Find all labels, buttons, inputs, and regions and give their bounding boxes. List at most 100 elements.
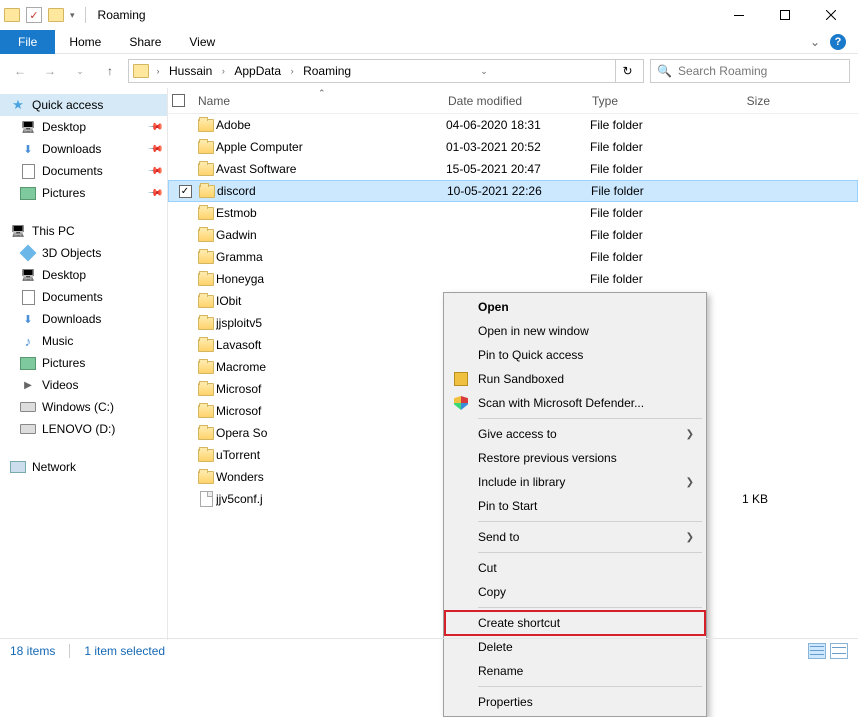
status-selected-count: 1 item selected [84, 644, 165, 658]
ctx-include-library[interactable]: Include in library❯ [446, 470, 704, 494]
ctx-run-sandboxed[interactable]: Run Sandboxed [446, 367, 704, 391]
chevron-right-icon[interactable]: › [285, 66, 299, 76]
file-type: File folder [590, 272, 700, 286]
file-name: Estmob [216, 206, 446, 220]
pictures-icon [20, 356, 36, 370]
file-type: File folder [590, 118, 700, 132]
pc-icon [10, 224, 26, 238]
sidebar-item-desktop[interactable]: Desktop [0, 264, 167, 286]
chevron-right-icon[interactable]: › [151, 66, 165, 76]
breadcrumb[interactable]: AppData [232, 64, 283, 78]
column-date[interactable]: Date modified [448, 94, 592, 108]
share-tab[interactable]: Share [115, 31, 175, 53]
ctx-rename[interactable]: Rename [446, 659, 704, 683]
disk-icon [20, 400, 36, 414]
separator [85, 7, 86, 23]
file-name: Gadwin [216, 228, 446, 242]
chevron-right-icon[interactable]: ⌄ [477, 66, 491, 77]
table-row[interactable]: Avast Software15-05-2021 20:47File folde… [168, 158, 858, 180]
sidebar-item-downloads[interactable]: Downloads📌 [0, 138, 167, 160]
folder-icon [48, 8, 64, 22]
address-box[interactable]: › Hussain › AppData › Roaming ⌄ ↻ [128, 59, 644, 83]
details-view-button[interactable] [808, 643, 826, 659]
search-placeholder: Search Roaming [678, 64, 767, 78]
file-type: File folder [590, 140, 700, 154]
sidebar-item-desktop[interactable]: Desktop📌 [0, 116, 167, 138]
table-row[interactable]: HoneygaFile folder [168, 268, 858, 290]
ctx-copy[interactable]: Copy [446, 580, 704, 604]
folder-icon [198, 427, 214, 440]
table-row[interactable]: Apple Computer01-03-2021 20:52File folde… [168, 136, 858, 158]
row-checkbox[interactable]: ✓ [179, 185, 192, 198]
ctx-create-shortcut[interactable]: Create shortcut [446, 611, 704, 635]
sidebar-item-downloads[interactable]: Downloads [0, 308, 167, 330]
folder-icon [198, 119, 214, 132]
ctx-restore-previous[interactable]: Restore previous versions [446, 446, 704, 470]
separator [478, 418, 702, 419]
breadcrumb[interactable]: Roaming [301, 64, 353, 78]
separator [478, 607, 702, 608]
ribbon-expand-icon[interactable]: ⌄ [810, 35, 820, 49]
table-row[interactable]: GrammaFile folder [168, 246, 858, 268]
search-input[interactable]: 🔍 Search Roaming [650, 59, 850, 83]
column-size[interactable]: Size [702, 94, 782, 108]
music-icon [20, 334, 36, 348]
view-tab[interactable]: View [175, 31, 229, 53]
sidebar-item-network[interactable]: Network [0, 456, 167, 478]
folder-icon [198, 405, 214, 418]
large-icons-view-button[interactable] [830, 643, 848, 659]
downloads-icon [20, 142, 36, 156]
table-row[interactable]: Adobe04-06-2020 18:31File folder [168, 114, 858, 136]
breadcrumb[interactable]: Hussain [167, 64, 214, 78]
ctx-properties[interactable]: Properties [446, 690, 704, 714]
sidebar-item-quick-access[interactable]: Quick access [0, 94, 167, 116]
ctx-send-to[interactable]: Send to❯ [446, 525, 704, 549]
column-type[interactable]: Type [592, 94, 702, 108]
table-row[interactable]: ✓discord10-05-2021 22:26File folder [168, 180, 858, 202]
file-date: 10-05-2021 22:26 [447, 184, 591, 198]
ctx-scan-defender[interactable]: Scan with Microsoft Defender... [446, 391, 704, 415]
file-name: Microsof [216, 404, 446, 418]
forward-button[interactable]: → [38, 59, 62, 83]
ctx-open[interactable]: Open [446, 295, 704, 319]
recent-dropdown-icon[interactable]: ⌄ [68, 59, 92, 83]
sidebar-item-3d-objects[interactable]: 3D Objects [0, 242, 167, 264]
ctx-cut[interactable]: Cut [446, 556, 704, 580]
sidebar-item-pictures[interactable]: Pictures📌 [0, 182, 167, 204]
3d-objects-icon [20, 246, 36, 260]
qat-dropdown-icon[interactable]: ▾ [70, 10, 75, 21]
sidebar-item-music[interactable]: Music [0, 330, 167, 352]
ribbon-tabs: File Home Share View ⌄ ? [0, 30, 858, 54]
ctx-pin-quick-access[interactable]: Pin to Quick access [446, 343, 704, 367]
sidebar-item-videos[interactable]: Videos [0, 374, 167, 396]
back-button[interactable]: ← [8, 59, 32, 83]
file-type: File folder [590, 250, 700, 264]
table-row[interactable]: EstmobFile folder [168, 202, 858, 224]
ctx-pin-start[interactable]: Pin to Start [446, 494, 704, 518]
maximize-button[interactable] [762, 0, 808, 30]
home-tab[interactable]: Home [55, 31, 115, 53]
downloads-icon [20, 312, 36, 326]
folder-icon [4, 8, 20, 22]
up-button[interactable]: ↑ [98, 59, 122, 83]
refresh-button[interactable]: ↻ [615, 60, 639, 82]
sidebar-item-documents[interactable]: Documents [0, 286, 167, 308]
ctx-open-new-window[interactable]: Open in new window [446, 319, 704, 343]
file-tab[interactable]: File [0, 30, 55, 54]
ctx-give-access[interactable]: Give access to❯ [446, 422, 704, 446]
close-button[interactable] [808, 0, 854, 30]
folder-icon [198, 141, 214, 154]
status-item-count: 18 items [10, 644, 55, 658]
sidebar-item-windows-c[interactable]: Windows (C:) [0, 396, 167, 418]
chevron-right-icon[interactable]: › [216, 66, 230, 76]
sidebar-item-pictures[interactable]: Pictures [0, 352, 167, 374]
help-icon[interactable]: ? [830, 34, 846, 50]
qat-check-icon[interactable]: ✓ [26, 7, 42, 23]
select-all-checkbox[interactable] [172, 94, 185, 107]
minimize-button[interactable] [716, 0, 762, 30]
table-row[interactable]: GadwinFile folder [168, 224, 858, 246]
sidebar-item-lenovo-d[interactable]: LENOVO (D:) [0, 418, 167, 440]
file-name: Macrome [216, 360, 446, 374]
sidebar-item-documents[interactable]: Documents📌 [0, 160, 167, 182]
sidebar-item-this-pc[interactable]: This PC [0, 220, 167, 242]
